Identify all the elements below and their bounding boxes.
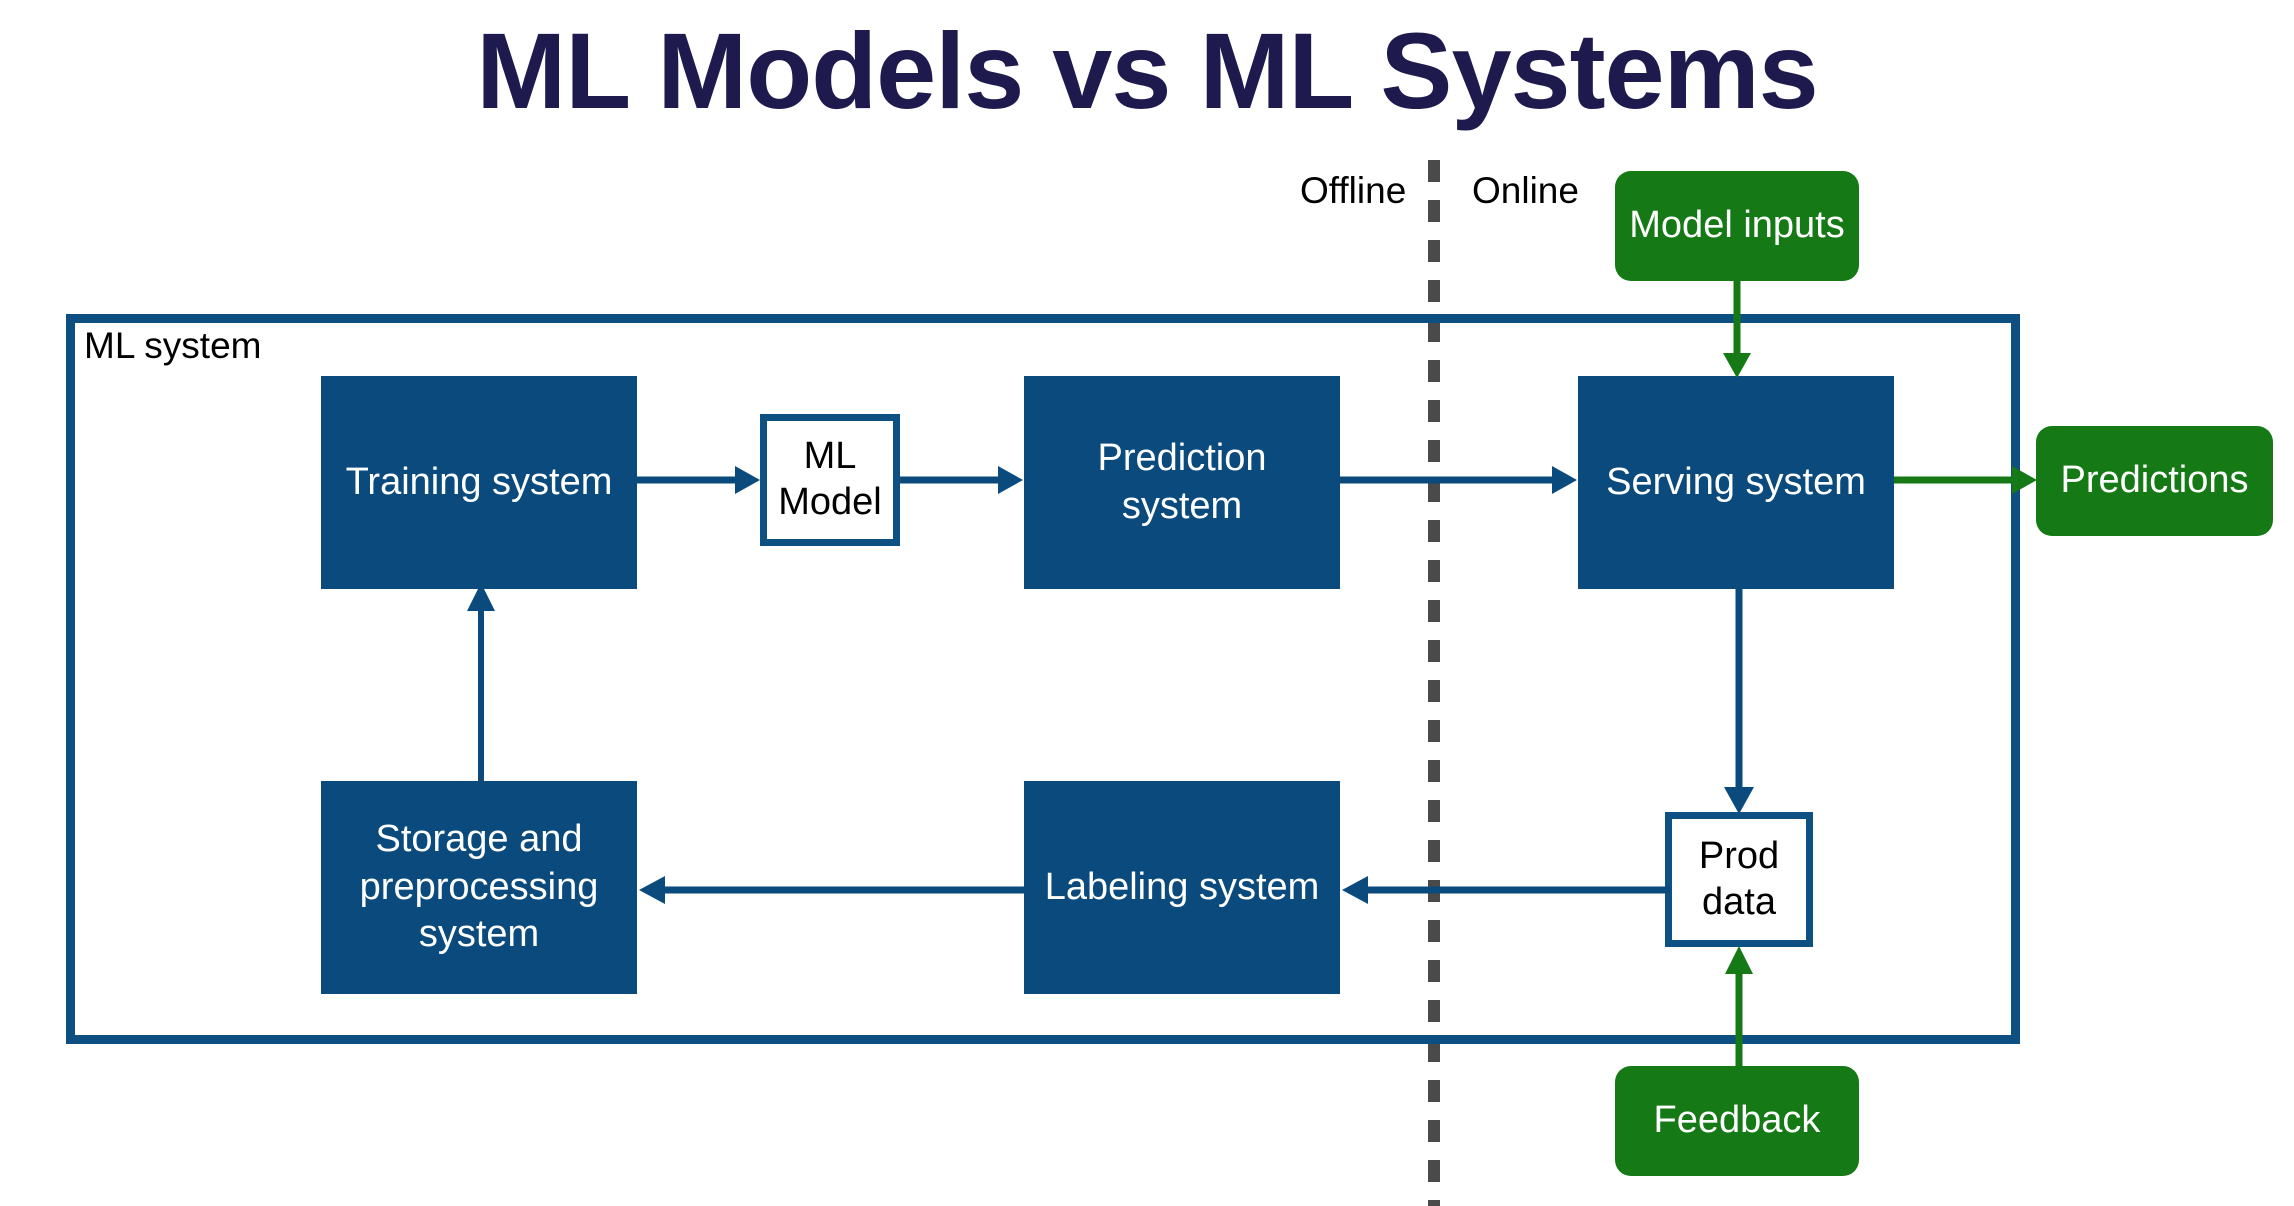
node-ml-model-line2: Model xyxy=(778,481,882,523)
node-labeling-system[interactable]: Labeling system xyxy=(1024,781,1340,994)
node-prod-data[interactable]: Prod data xyxy=(1665,812,1813,947)
node-storage-line3: system xyxy=(418,913,540,956)
node-prod-data-line2: data xyxy=(1702,880,1776,923)
node-ml-model[interactable]: ML Model xyxy=(760,414,900,546)
node-feedback[interactable]: Feedback xyxy=(1615,1066,1859,1176)
edge-prod-data-to-labeling xyxy=(1340,872,1670,908)
edge-storage-to-training xyxy=(463,581,499,785)
node-training-system-label: Training system xyxy=(345,460,613,503)
node-storage-line1: Storage and xyxy=(375,818,583,861)
node-model-inputs-label: Model inputs xyxy=(1629,204,1845,247)
node-predictions-label: Predictions xyxy=(2060,459,2249,502)
edge-model-to-prediction xyxy=(900,462,1028,498)
node-prod-data-line1: Prod xyxy=(1698,834,1780,877)
edge-serving-to-prod-data xyxy=(1721,589,1757,817)
node-storage-line2: preprocessing xyxy=(359,865,599,908)
node-prediction-system[interactable]: Prediction system xyxy=(1024,376,1340,589)
edge-model-inputs-to-serving xyxy=(1719,281,1755,381)
node-prod-data-label: Prod data xyxy=(1699,834,1779,925)
node-prediction-system-line1: Prediction xyxy=(1097,437,1267,479)
node-prediction-system-line2: system xyxy=(1121,484,1243,527)
page-title: ML Models vs ML Systems xyxy=(476,10,1818,131)
node-feedback-label: Feedback xyxy=(1653,1099,1821,1142)
edge-feedback-to-prod-data xyxy=(1721,944,1757,1070)
online-label: Online xyxy=(1472,170,1579,211)
edge-training-to-model xyxy=(637,462,765,498)
node-serving-system-label: Serving system xyxy=(1606,460,1866,503)
node-training-system[interactable]: Training system xyxy=(321,376,637,589)
edge-labeling-to-storage xyxy=(637,872,1027,908)
edge-serving-to-predictions xyxy=(1894,462,2042,498)
node-labeling-system-label: Labeling system xyxy=(1044,865,1320,908)
node-prediction-system-label: Prediction system xyxy=(1098,435,1267,530)
diagram-canvas: ML Models vs ML Systems Offline Online M… xyxy=(0,0,2294,1206)
node-predictions[interactable]: Predictions xyxy=(2036,426,2273,536)
node-ml-model-line1: ML xyxy=(803,435,857,478)
node-serving-system[interactable]: Serving system xyxy=(1578,376,1894,589)
offline-label: Offline xyxy=(1300,170,1407,211)
ml-system-label: ML system xyxy=(84,325,262,366)
node-model-inputs[interactable]: Model inputs xyxy=(1615,171,1859,281)
node-storage-preprocessing-system[interactable]: Storage and preprocessing system xyxy=(321,781,637,994)
node-ml-model-label: ML Model xyxy=(778,434,882,525)
edge-prediction-to-serving xyxy=(1340,462,1582,498)
node-storage-label: Storage and preprocessing system xyxy=(360,816,599,959)
